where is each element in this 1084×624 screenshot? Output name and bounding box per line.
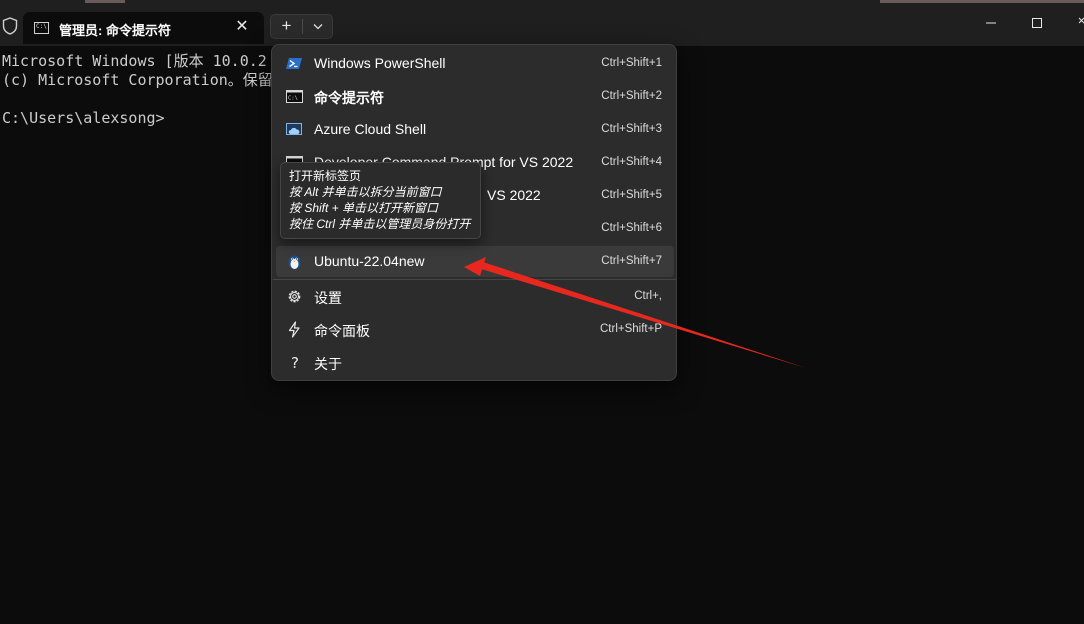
tooltip-line: 按 Alt 并单击以拆分当前窗口 (289, 185, 442, 199)
maximize-icon (1032, 18, 1042, 28)
menu-item-about[interactable]: ? 关于 (276, 347, 674, 378)
menu-item-label: Ubuntu-22.04new (314, 253, 425, 269)
menu-item-label: Windows PowerShell (314, 55, 446, 71)
new-tab-group: + (270, 14, 333, 39)
minimize-button[interactable] (968, 8, 1014, 38)
new-tab-tooltip: 打开新标签页 按 Alt 并单击以拆分当前窗口 按 Shift + 单击以打开新… (280, 162, 481, 239)
svg-text:C:\: C:\ (288, 96, 298, 102)
menu-item-shortcut: Ctrl+Shift+2 (601, 90, 662, 102)
shield-icon (2, 17, 18, 35)
tab-command-prompt[interactable]: C:\. 管理员: 命令提示符 ✕ (23, 12, 264, 44)
title-bar: C:\. 管理员: 命令提示符 ✕ + (0, 0, 1084, 46)
menu-item-label: 设置 (314, 290, 342, 306)
menu-item-command-prompt[interactable]: C:\ 命令提示符 Ctrl+Shift+2 (276, 81, 674, 112)
close-icon (1078, 17, 1084, 24)
menu-divider (273, 279, 676, 280)
gear-icon (288, 290, 301, 303)
terminal-line: Microsoft Windows [版本 10.0.2 (2, 52, 267, 70)
ubuntu-penguin-icon (288, 255, 301, 270)
menu-item-shortcut: Ctrl+, (634, 290, 662, 302)
close-tab-button[interactable]: ✕ (232, 17, 252, 37)
menu-item-azure-cloud-shell[interactable]: Azure Cloud Shell Ctrl+Shift+3 (276, 114, 674, 145)
menu-item-windows-powershell[interactable]: Windows PowerShell Ctrl+Shift+1 (276, 48, 674, 79)
powershell-icon (286, 58, 302, 69)
minimize-icon (986, 22, 996, 24)
wallpaper-strip (85, 0, 125, 3)
terminal-output[interactable]: Microsoft Windows [版本 10.0.2 (c) Microsof… (2, 52, 273, 128)
menu-item-ubuntu[interactable]: Ubuntu-22.04new Ctrl+Shift+7 (276, 246, 674, 277)
menu-item-shortcut: Ctrl+Shift+5 (601, 189, 662, 201)
question-icon: ? (291, 354, 299, 371)
menu-item-label: 关于 (314, 356, 342, 372)
tooltip-line: 按 Shift + 单击以打开新窗口 (289, 201, 439, 215)
cmd-icon: C:\ (286, 90, 303, 103)
chevron-down-icon (313, 24, 323, 30)
profile-dropdown-button[interactable] (303, 15, 333, 38)
menu-item-label: Azure Cloud Shell (314, 121, 427, 137)
menu-item-settings[interactable]: 设置 Ctrl+, (276, 281, 674, 312)
cmd-icon: C:\. (34, 22, 50, 34)
menu-item-label: 命令面板 (314, 323, 370, 339)
menu-item-shortcut: Ctrl+Shift+7 (601, 255, 662, 267)
tab-title: 管理员: 命令提示符 (59, 23, 171, 38)
tooltip-line: 按住 Ctrl 并单击以管理员身份打开 (289, 217, 471, 231)
menu-item-shortcut: Ctrl+Shift+6 (601, 222, 662, 234)
tooltip-line: 打开新标签页 (289, 169, 362, 183)
menu-item-shortcut: Ctrl+Shift+4 (601, 156, 662, 168)
menu-item-label: VS 2022 (487, 187, 541, 203)
svg-text:?: ? (291, 354, 299, 371)
terminal-line: (c) Microsoft Corporation。保留 (2, 71, 273, 89)
terminal-prompt: C:\Users\alexsong> (2, 109, 165, 127)
menu-item-shortcut: Ctrl+Shift+3 (601, 123, 662, 135)
close-window-button[interactable] (1060, 8, 1084, 38)
azure-cloud-icon (286, 123, 302, 135)
menu-item-shortcut: Ctrl+Shift+P (600, 323, 662, 335)
lightning-icon (288, 321, 300, 338)
maximize-button[interactable] (1014, 8, 1060, 38)
menu-item-command-palette[interactable]: 命令面板 Ctrl+Shift+P (276, 314, 674, 345)
wallpaper-strip (880, 0, 1084, 3)
menu-item-shortcut: Ctrl+Shift+1 (601, 57, 662, 69)
menu-item-label: 命令提示符 (314, 90, 384, 106)
new-tab-button[interactable]: + (271, 15, 302, 38)
